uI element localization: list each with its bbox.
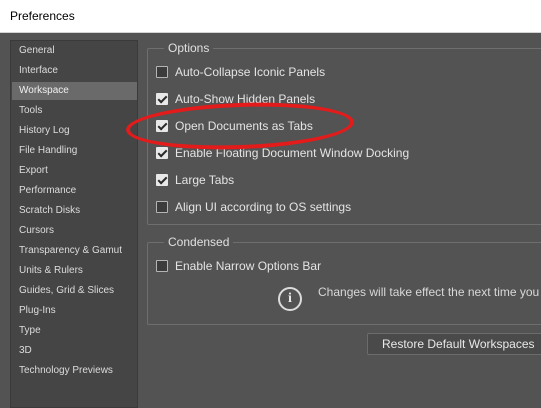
- align-ui-label: Align UI according to OS settings: [175, 200, 352, 214]
- sidebar-item-units-rulers[interactable]: Units & Rulers: [12, 262, 137, 280]
- sidebar-item-history-log[interactable]: History Log: [12, 122, 137, 140]
- sidebar-item-general[interactable]: General: [12, 42, 137, 60]
- sidebar-item-interface[interactable]: Interface: [12, 62, 137, 80]
- large-tabs-label: Large Tabs: [175, 173, 235, 187]
- window-titlebar: Preferences: [0, 0, 541, 33]
- sidebar-item-export[interactable]: Export: [12, 162, 137, 180]
- sidebar-item-workspace[interactable]: Workspace: [12, 82, 137, 100]
- sidebar-item-guides-grid-slices[interactable]: Guides, Grid & Slices: [12, 282, 137, 300]
- sidebar-item-plug-ins[interactable]: Plug-Ins: [12, 302, 137, 320]
- auto-collapse-label: Auto-Collapse Iconic Panels: [175, 65, 326, 79]
- narrow-options-bar-checkbox[interactable]: [156, 260, 168, 272]
- options-group-title: Options: [164, 41, 214, 55]
- sidebar-item-transparency-gamut[interactable]: Transparency & Gamut: [12, 242, 137, 260]
- sidebar-item-performance[interactable]: Performance: [12, 182, 137, 200]
- sidebar-item-3d[interactable]: 3D: [12, 342, 137, 360]
- sidebar-item-cursors[interactable]: Cursors: [12, 222, 137, 240]
- sidebar-item-tools[interactable]: Tools: [12, 102, 137, 120]
- auto-show-checkbox[interactable]: [156, 93, 168, 105]
- restore-default-workspaces-button[interactable]: Restore Default Workspaces: [367, 333, 541, 355]
- sidebar-item-scratch-disks[interactable]: Scratch Disks: [12, 202, 137, 220]
- restart-notice-text: Changes will take effect the next time y…: [318, 285, 540, 299]
- align-ui-checkbox[interactable]: [156, 201, 168, 213]
- condensed-group-title: Condensed: [164, 235, 234, 249]
- sidebar-item-file-handling[interactable]: File Handling: [12, 142, 137, 160]
- condensed-group: [147, 242, 541, 325]
- preferences-sidebar: General Interface Workspace Tools Histor…: [10, 40, 138, 408]
- auto-collapse-checkbox[interactable]: [156, 66, 168, 78]
- narrow-options-bar-label: Enable Narrow Options Bar: [175, 259, 322, 273]
- sidebar-item-type[interactable]: Type: [12, 322, 137, 340]
- large-tabs-checkbox[interactable]: [156, 174, 168, 186]
- floating-window-docking-checkbox[interactable]: [156, 147, 168, 159]
- sidebar-item-technology-previews[interactable]: Technology Previews: [12, 362, 137, 380]
- window-title: Preferences: [10, 9, 75, 23]
- info-icon: i: [278, 287, 302, 311]
